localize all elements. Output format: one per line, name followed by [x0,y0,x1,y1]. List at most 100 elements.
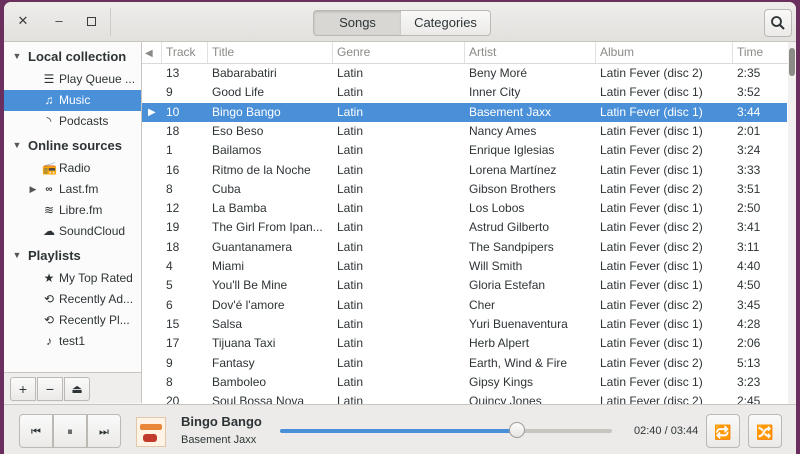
cell-title: Guantanamera [212,239,293,254]
table-row[interactable]: 16 Ritmo de la Noche Latin Lorena Martínez L… [142,161,787,180]
vertical-scrollbar[interactable] [788,42,796,404]
cell-track: 6 [166,297,173,312]
minimize-window-button[interactable]: – [50,12,68,30]
table-row[interactable]: 17 Tijuana Taxi Latin Herb Alpert Latin Feve… [142,334,787,353]
column-header-status[interactable]: ◀ [142,42,162,63]
sidebar-item-librefm[interactable]: ≋ Libre.fm [4,200,141,221]
sidebar-item-recently-added[interactable]: ⟲ Recently Ad... [4,289,141,310]
seek-bar-fill [280,429,518,433]
table-row[interactable]: 18 Guantanamera Latin The Sandpipers Latin F… [142,238,787,257]
remove-playlist-button[interactable]: − [37,377,63,401]
sidebar-section-playlists[interactable]: ▼ Playlists [4,245,141,266]
table-row[interactable]: ▶ 10 Bingo Bango Latin Basement Jaxx Latin Fe… [142,102,787,122]
seek-bar-handle[interactable] [509,422,526,438]
cell-genre: Latin [337,297,364,312]
sidebar-item-label: Recently Pl... [59,313,130,327]
expander-right-icon[interactable]: ▶ [28,179,38,200]
maximize-window-button[interactable] [82,12,100,30]
table-row[interactable]: 9 Fantasy Latin Earth, Wind & Fire Latin Fev… [142,354,787,373]
shuffle-button[interactable]: 🔀 [748,414,782,448]
sidebar-item-my-top-rated[interactable]: ★ My Top Rated [4,268,141,289]
table-row[interactable]: 8 Bamboleo Latin Gipsy Kings Latin Fever (di… [142,373,787,392]
column-header-time[interactable]: Time [733,42,787,63]
cell-title: Tijuana Taxi [212,336,276,351]
search-button[interactable] [764,9,792,37]
cell-time: 3:24 [737,143,761,158]
tab-categories[interactable]: Categories [401,10,491,36]
cell-album: Latin Fever (disc 2) [600,66,703,80]
shuffle-icon: 🔀 [756,424,774,440]
lastfm-icon: ∞ [45,184,53,195]
sidebar-item-label: Play Queue ... [59,72,136,86]
speaker-icon: ◀ [145,48,153,59]
cell-artist: Basement Jaxx [469,104,552,119]
sidebar-item-label: Music [59,93,91,107]
previous-button[interactable]: ⏮ [19,414,53,448]
table-row[interactable]: 13 Babarabatiri Latin Beny Moré Latin Fever … [142,64,787,83]
sidebar-item-play-queue[interactable]: ☰ Play Queue ... [4,69,141,90]
table-row[interactable]: 1 Bailamos Latin Enrique Iglesias Latin Feve… [142,141,787,160]
table-row[interactable]: 20 Soul Bossa Nova Latin Quincy Jones Latin … [142,392,787,404]
sidebar-section-local-collection[interactable]: ▼ Local collection [4,46,141,67]
sidebar-item-recently-played[interactable]: ⟲ Recently Pl... [4,310,141,331]
column-header-title[interactable]: Title [208,42,333,63]
cloud-icon: ☁ [43,224,55,238]
add-playlist-button[interactable]: + [10,377,36,401]
cell-track: 13 [166,66,180,80]
sidebar-item-podcasts[interactable]: ◝ Podcasts [4,111,141,132]
cell-artist: Beny Moré [469,66,528,80]
cell-track: 17 [166,336,180,351]
next-button[interactable]: ⏭ [87,414,121,448]
sidebar: ▼ Local collection ☰ Play Queue ... ♫ Mu… [4,42,142,372]
wifi-icon: ≋ [43,203,55,217]
cell-title: Eso Beso [212,123,264,138]
cell-title: Dov'é l'amore [212,297,285,312]
table-row[interactable]: 19 The Girl From Ipan... Latin Astrud Gilbe… [142,218,787,237]
pause-button[interactable]: ⏸ [53,414,87,448]
scrollbar-thumb[interactable] [789,48,795,76]
table-row[interactable]: 8 Cuba Latin Gibson Brothers Latin Fever (di… [142,180,787,199]
table-row[interactable]: 4 Miami Latin Will Smith Latin Fever (disc 1… [142,257,787,276]
rss-icon: ◝ [46,114,52,128]
column-header-artist[interactable]: Artist [465,42,596,63]
column-header-track[interactable]: Track [162,42,208,63]
cell-artist: Will Smith [469,259,523,273]
repeat-button[interactable]: 🔁 [706,414,740,448]
table-row[interactable]: 5 You'll Be Mine Latin Gloria Estefan Latin … [142,276,787,295]
cell-album: Latin Fever (disc 2) [600,220,703,235]
cell-track: 18 [166,123,180,138]
section-label: Playlists [28,248,81,263]
table-row[interactable]: 6 Dov'é l'amore Latin Cher Latin Fever (disc… [142,296,787,315]
pause-icon: ⏸ [67,426,73,438]
table-row[interactable]: 15 Salsa Latin Yuri Buenaventura Latin Fever… [142,315,787,334]
cell-time: 4:28 [737,316,761,331]
cell-title: La Bamba [212,201,267,216]
seek-bar[interactable] [280,422,612,438]
cell-genre: Latin [337,316,364,331]
sidebar-item-test1[interactable]: ♪ test1 [4,331,141,352]
history-icon: ⟲ [43,313,55,327]
cell-time: 3:51 [737,181,761,196]
cell-genre: Latin [337,259,364,273]
cell-album: Latin Fever (disc 1) [600,123,703,138]
now-playing-icon: ▶ [148,106,156,118]
sidebar-item-music[interactable]: ♫ Music [4,90,141,111]
sidebar-item-label: Recently Ad... [59,292,134,306]
sidebar-item-radio[interactable]: 📻 Radio [4,158,141,179]
sidebar-section-online-sources[interactable]: ▼ Online sources [4,135,141,156]
close-window-button[interactable]: ✕ [14,12,32,30]
cell-time: 2:06 [737,336,761,351]
column-header-album[interactable]: Album [596,42,733,63]
table-row[interactable]: 9 Good Life Latin Inner City Latin Fever (di… [142,83,787,102]
table-header: ◀ Track Title Genre Artist Album Time [142,42,796,64]
cell-time: 2:35 [737,66,761,80]
cell-track: 1 [166,143,173,158]
table-row[interactable]: 12 La Bamba Latin Los Lobos Latin Fever (dis… [142,199,787,218]
sidebar-item-soundcloud[interactable]: ☁ SoundCloud [4,221,141,242]
table-row[interactable]: 18 Eso Beso Latin Nancy Ames Latin Fever (di… [142,122,787,141]
sidebar-item-lastfm[interactable]: ▶ ∞ Last.fm [4,179,141,200]
cell-album: Latin Fever (disc 1) [600,336,703,351]
eject-button[interactable]: ⏏ [64,377,90,401]
tab-songs[interactable]: Songs [313,10,402,36]
column-header-genre[interactable]: Genre [333,42,465,63]
